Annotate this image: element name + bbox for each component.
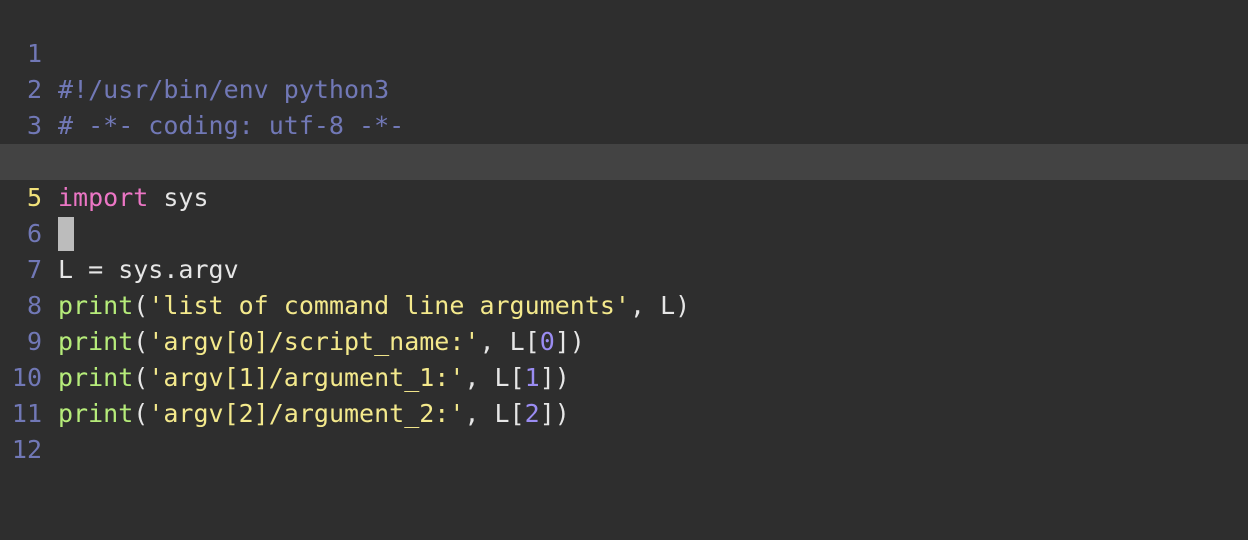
code-line-1[interactable]: 1 #!/usr/bin/env python3 xyxy=(0,0,1248,104)
code-line-8[interactable]: 8 print('argv[0]/script_name:', L[0]) xyxy=(0,252,1248,356)
code-line-3[interactable]: 3 xyxy=(0,72,1248,140)
code-line-6[interactable]: 6 L = sys.argv xyxy=(0,180,1248,284)
code-line-11[interactable]: 11 xyxy=(0,360,1248,428)
code-line-4[interactable]: 4 import sys xyxy=(0,108,1248,212)
code-line-10[interactable]: 10 print('argv[2]/argument_2:', L[2]) xyxy=(0,324,1248,428)
code-line-2[interactable]: 2 # -*- coding: utf-8 -*- xyxy=(0,36,1248,140)
code-line-7[interactable]: 7 print('list of command line arguments'… xyxy=(0,216,1248,320)
code-editor[interactable]: 1 #!/usr/bin/env python3 2 # -*- coding:… xyxy=(0,0,1248,464)
code-line-12[interactable]: 12 xyxy=(0,396,1248,464)
code-line-9[interactable]: 9 print('argv[1]/argument_1:', L[1]) xyxy=(0,288,1248,392)
code-line-5-current[interactable]: 5 xyxy=(0,144,1248,251)
line-number: 12 xyxy=(11,435,42,464)
